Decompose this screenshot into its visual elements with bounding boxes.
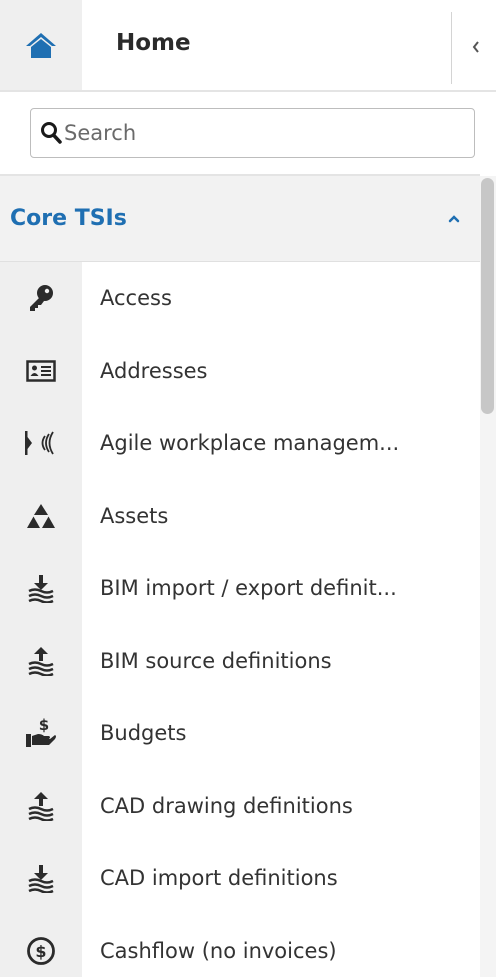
search-box[interactable] bbox=[30, 108, 475, 158]
list-item-access[interactable]: Access bbox=[0, 262, 480, 335]
item-icon-cell bbox=[0, 769, 82, 842]
list-item-label: Agile workplace managem... bbox=[100, 431, 400, 456]
list-item-budgets[interactable]: $ Budgets bbox=[0, 697, 480, 770]
list-item-cad-import[interactable]: CAD import definitions bbox=[0, 842, 480, 915]
page-title[interactable]: Home bbox=[116, 30, 191, 56]
list-item-bim-source[interactable]: BIM source definitions bbox=[0, 624, 480, 697]
layers-source-icon bbox=[28, 791, 54, 821]
list-item-cashflow[interactable]: $ Cashflow (no invoices) bbox=[0, 914, 480, 977]
svg-text:$: $ bbox=[35, 942, 46, 961]
list-item-agile-workplace[interactable]: Agile workplace managem... bbox=[0, 407, 480, 480]
item-icon-cell: $ bbox=[0, 697, 82, 770]
list-item-label: Addresses bbox=[100, 358, 208, 383]
hand-dollar-icon: $ bbox=[26, 717, 56, 748]
layers-import-icon bbox=[28, 865, 54, 894]
navigation-panel: Home Core TSIs bbox=[0, 0, 496, 977]
list-item-label: Cashflow (no invoices) bbox=[100, 938, 337, 963]
address-card-icon bbox=[26, 360, 56, 382]
item-icon-cell: $ bbox=[0, 914, 82, 977]
list-item-cad-drawing[interactable]: CAD drawing definitions bbox=[0, 769, 480, 842]
search-icon bbox=[40, 121, 62, 145]
panel-header: Home bbox=[0, 0, 496, 92]
list-item-label: Access bbox=[100, 286, 172, 311]
key-icon bbox=[30, 285, 53, 312]
item-icon-cell bbox=[0, 624, 82, 697]
home-icon bbox=[26, 33, 56, 58]
item-icon-cell bbox=[0, 842, 82, 915]
list-item-label: CAD import definitions bbox=[100, 866, 338, 891]
assets-triangle-icon bbox=[27, 503, 55, 528]
item-icon-cell bbox=[0, 334, 82, 407]
item-icon-cell bbox=[0, 479, 82, 552]
item-icon-cell bbox=[0, 262, 82, 335]
list-item-label: Assets bbox=[100, 503, 169, 528]
layers-source-icon bbox=[28, 646, 54, 676]
svg-text:$: $ bbox=[39, 717, 49, 734]
list-item-label: BIM source definitions bbox=[100, 648, 332, 673]
section-title: Core TSIs bbox=[10, 206, 127, 231]
item-icon-cell bbox=[0, 552, 82, 625]
list-item-bim-import-export[interactable]: BIM import / export definit... bbox=[0, 552, 480, 625]
item-icon-cell bbox=[0, 407, 82, 480]
scrollbar-thumb[interactable] bbox=[481, 178, 494, 414]
tsi-list: Access Addresses Agile workplace managem… bbox=[0, 262, 480, 977]
search-input[interactable] bbox=[64, 121, 444, 145]
list-item-assets[interactable]: Assets bbox=[0, 479, 480, 552]
list-item-label: CAD drawing definitions bbox=[100, 793, 353, 818]
section-header-core-tsis[interactable]: Core TSIs bbox=[0, 176, 480, 262]
dollar-circle-icon: $ bbox=[27, 936, 55, 965]
chevron-left-icon bbox=[472, 41, 479, 53]
list-item-addresses[interactable]: Addresses bbox=[0, 334, 480, 407]
home-icon-button[interactable] bbox=[0, 0, 82, 90]
collapse-panel-button[interactable] bbox=[466, 35, 486, 59]
header-divider bbox=[451, 12, 452, 84]
chevron-up-icon bbox=[448, 215, 460, 223]
layers-import-icon bbox=[28, 575, 54, 604]
list-item-label: BIM import / export definit... bbox=[100, 576, 397, 601]
wireless-sensor-icon bbox=[25, 431, 54, 456]
list-item-label: Budgets bbox=[100, 721, 187, 746]
